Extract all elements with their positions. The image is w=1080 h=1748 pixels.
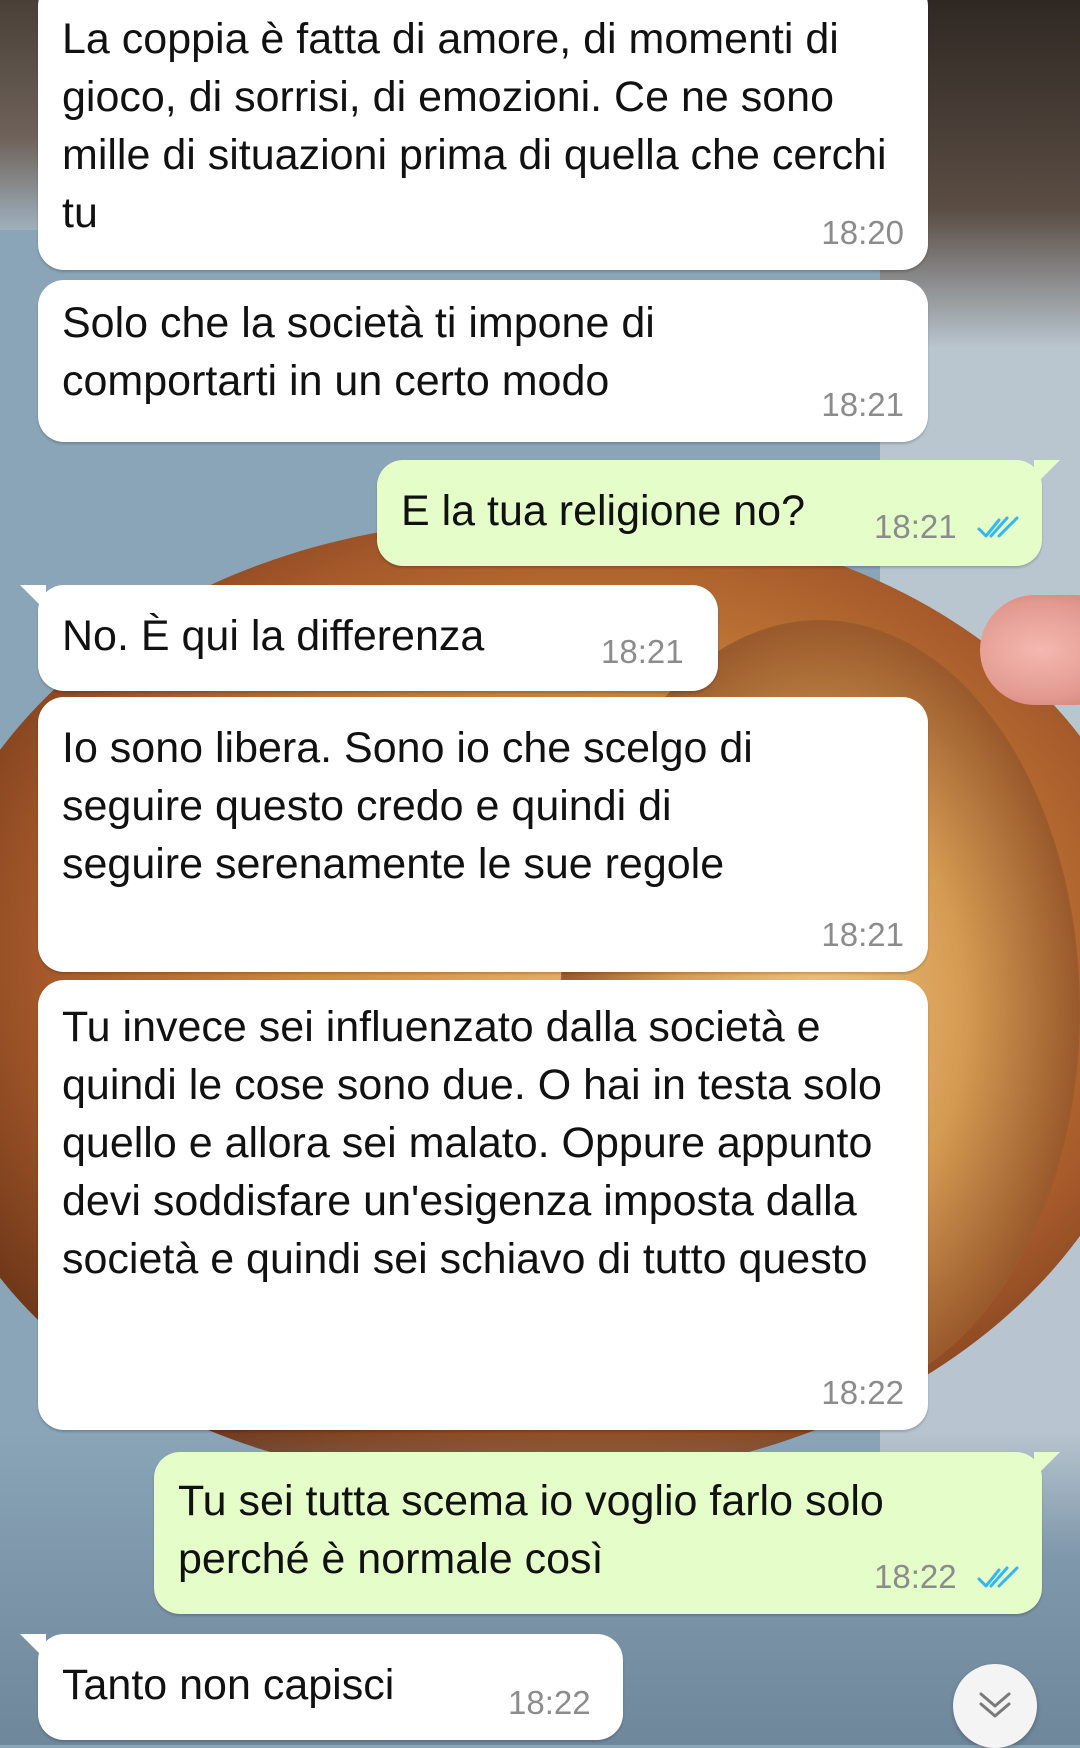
message-text: Io sono libera. Sono io che scelgo di se…: [62, 724, 753, 888]
incoming-message[interactable]: Solo che la società ti impone di comport…: [38, 280, 928, 442]
incoming-message[interactable]: Tu invece sei influenzato dalla società …: [38, 980, 928, 1430]
message-time: 18:20: [821, 214, 904, 251]
scroll-to-bottom-button[interactable]: [953, 1664, 1037, 1748]
message-time: 18:22: [508, 1684, 591, 1721]
message-text: E la tua religione no?: [401, 487, 806, 535]
message-time: 18:22: [821, 1374, 904, 1411]
outgoing-message[interactable]: Tu sei tutta scema io voglio farlo solo …: [154, 1452, 1060, 1614]
message-text: La coppia è fatta di amore, di momenti d…: [62, 15, 887, 237]
message-time: 18:21: [821, 386, 904, 423]
chevron-double-down-icon: [979, 1692, 1011, 1718]
message-time: 18:22: [874, 1558, 957, 1595]
message-time: 18:21: [874, 508, 957, 545]
message-time: 18:21: [821, 916, 904, 953]
incoming-message[interactable]: Io sono libera. Sono io che scelgo di se…: [38, 697, 928, 972]
incoming-message[interactable]: La coppia è fatta di amore, di momenti d…: [38, 0, 928, 270]
double-check-icon: [977, 1566, 1019, 1588]
message-time: 18:21: [601, 633, 684, 670]
message-text: Solo che la società ti impone di comport…: [62, 299, 655, 405]
incoming-message[interactable]: No. È qui la differenza 18:21: [20, 585, 718, 691]
message-text: No. È qui la differenza: [62, 612, 485, 660]
incoming-message[interactable]: Tanto non capisci 18:22: [20, 1634, 623, 1740]
outgoing-message[interactable]: E la tua religione no? 18:21: [377, 460, 1060, 566]
double-check-icon: [977, 516, 1019, 538]
message-text: Tu invece sei influenzato dalla società …: [62, 1003, 882, 1283]
